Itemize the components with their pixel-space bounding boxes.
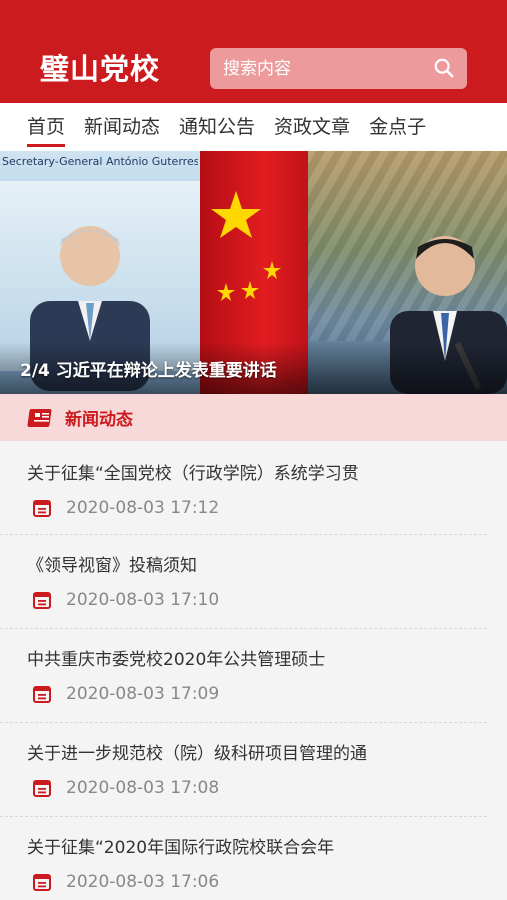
list-item[interactable]: 关于进一步规范校（院）级科研项目管理的通 2020-08-03 17:08 (0, 723, 487, 817)
calendar-icon (33, 780, 51, 797)
news-title[interactable]: 关于进一步规范校（院）级科研项目管理的通 (27, 739, 467, 764)
nav-item-ideas[interactable]: 金点子 (369, 103, 426, 151)
top-nav: 首页 新闻动态 通知公告 资政文章 金点子 (0, 103, 507, 151)
list-item[interactable]: 关于征集“全国党校（行政学院）系统学习贯 2020-08-03 17:12 (0, 441, 487, 535)
news-title[interactable]: 中共重庆市委党校2020年公共管理硕士 (27, 645, 467, 670)
calendar-icon (33, 500, 51, 517)
calendar-icon (33, 686, 51, 703)
news-section-header: 新闻动态 (0, 394, 507, 441)
news-icon (27, 408, 52, 427)
banner-image-text: Secretary-General António Guterres (2, 155, 198, 168)
list-item[interactable]: 中共重庆市委党校2020年公共管理硕士 2020-08-03 17:09 (0, 629, 487, 723)
news-date: 2020-08-03 17:09 (66, 684, 220, 704)
list-item[interactable]: 《领导视窗》投稿须知 2020-08-03 17:10 (0, 535, 487, 629)
news-date: 2020-08-03 17:12 (66, 498, 220, 518)
news-list: 关于征集“全国党校（行政学院）系统学习贯 2020-08-03 17:12 《领… (0, 441, 507, 900)
news-banner-carousel[interactable]: Secretary-General António Guterres 2/4 习… (0, 151, 507, 394)
news-title[interactable]: 关于征集“全国党校（行政学院）系统学习贯 (27, 459, 467, 484)
news-date: 2020-08-03 17:06 (66, 872, 220, 892)
nav-item-home[interactable]: 首页 (27, 103, 66, 151)
nav-item-articles[interactable]: 资政文章 (274, 103, 350, 151)
news-title[interactable]: 关于征集“2020年国际行政院校联合会年 (27, 833, 467, 858)
news-title[interactable]: 《领导视窗》投稿须知 (27, 551, 467, 576)
section-title: 新闻动态 (65, 410, 133, 430)
search-icon[interactable] (433, 57, 455, 79)
nav-item-notices[interactable]: 通知公告 (179, 103, 255, 151)
search-bar[interactable] (210, 48, 467, 89)
list-item[interactable]: 关于征集“2020年国际行政院校联合会年 2020-08-03 17:06 (0, 817, 487, 900)
search-input[interactable] (223, 58, 423, 79)
calendar-icon (33, 874, 51, 891)
banner-caption[interactable]: 2/4 习近平在辩论上发表重要讲话 (20, 356, 277, 381)
calendar-icon (33, 592, 51, 609)
news-date: 2020-08-03 17:08 (66, 778, 220, 798)
site-logo-title[interactable]: 璧山党校 (40, 46, 160, 88)
nav-item-news[interactable]: 新闻动态 (84, 103, 160, 151)
app-header: 璧山党校 (0, 0, 507, 103)
news-date: 2020-08-03 17:10 (66, 590, 220, 610)
